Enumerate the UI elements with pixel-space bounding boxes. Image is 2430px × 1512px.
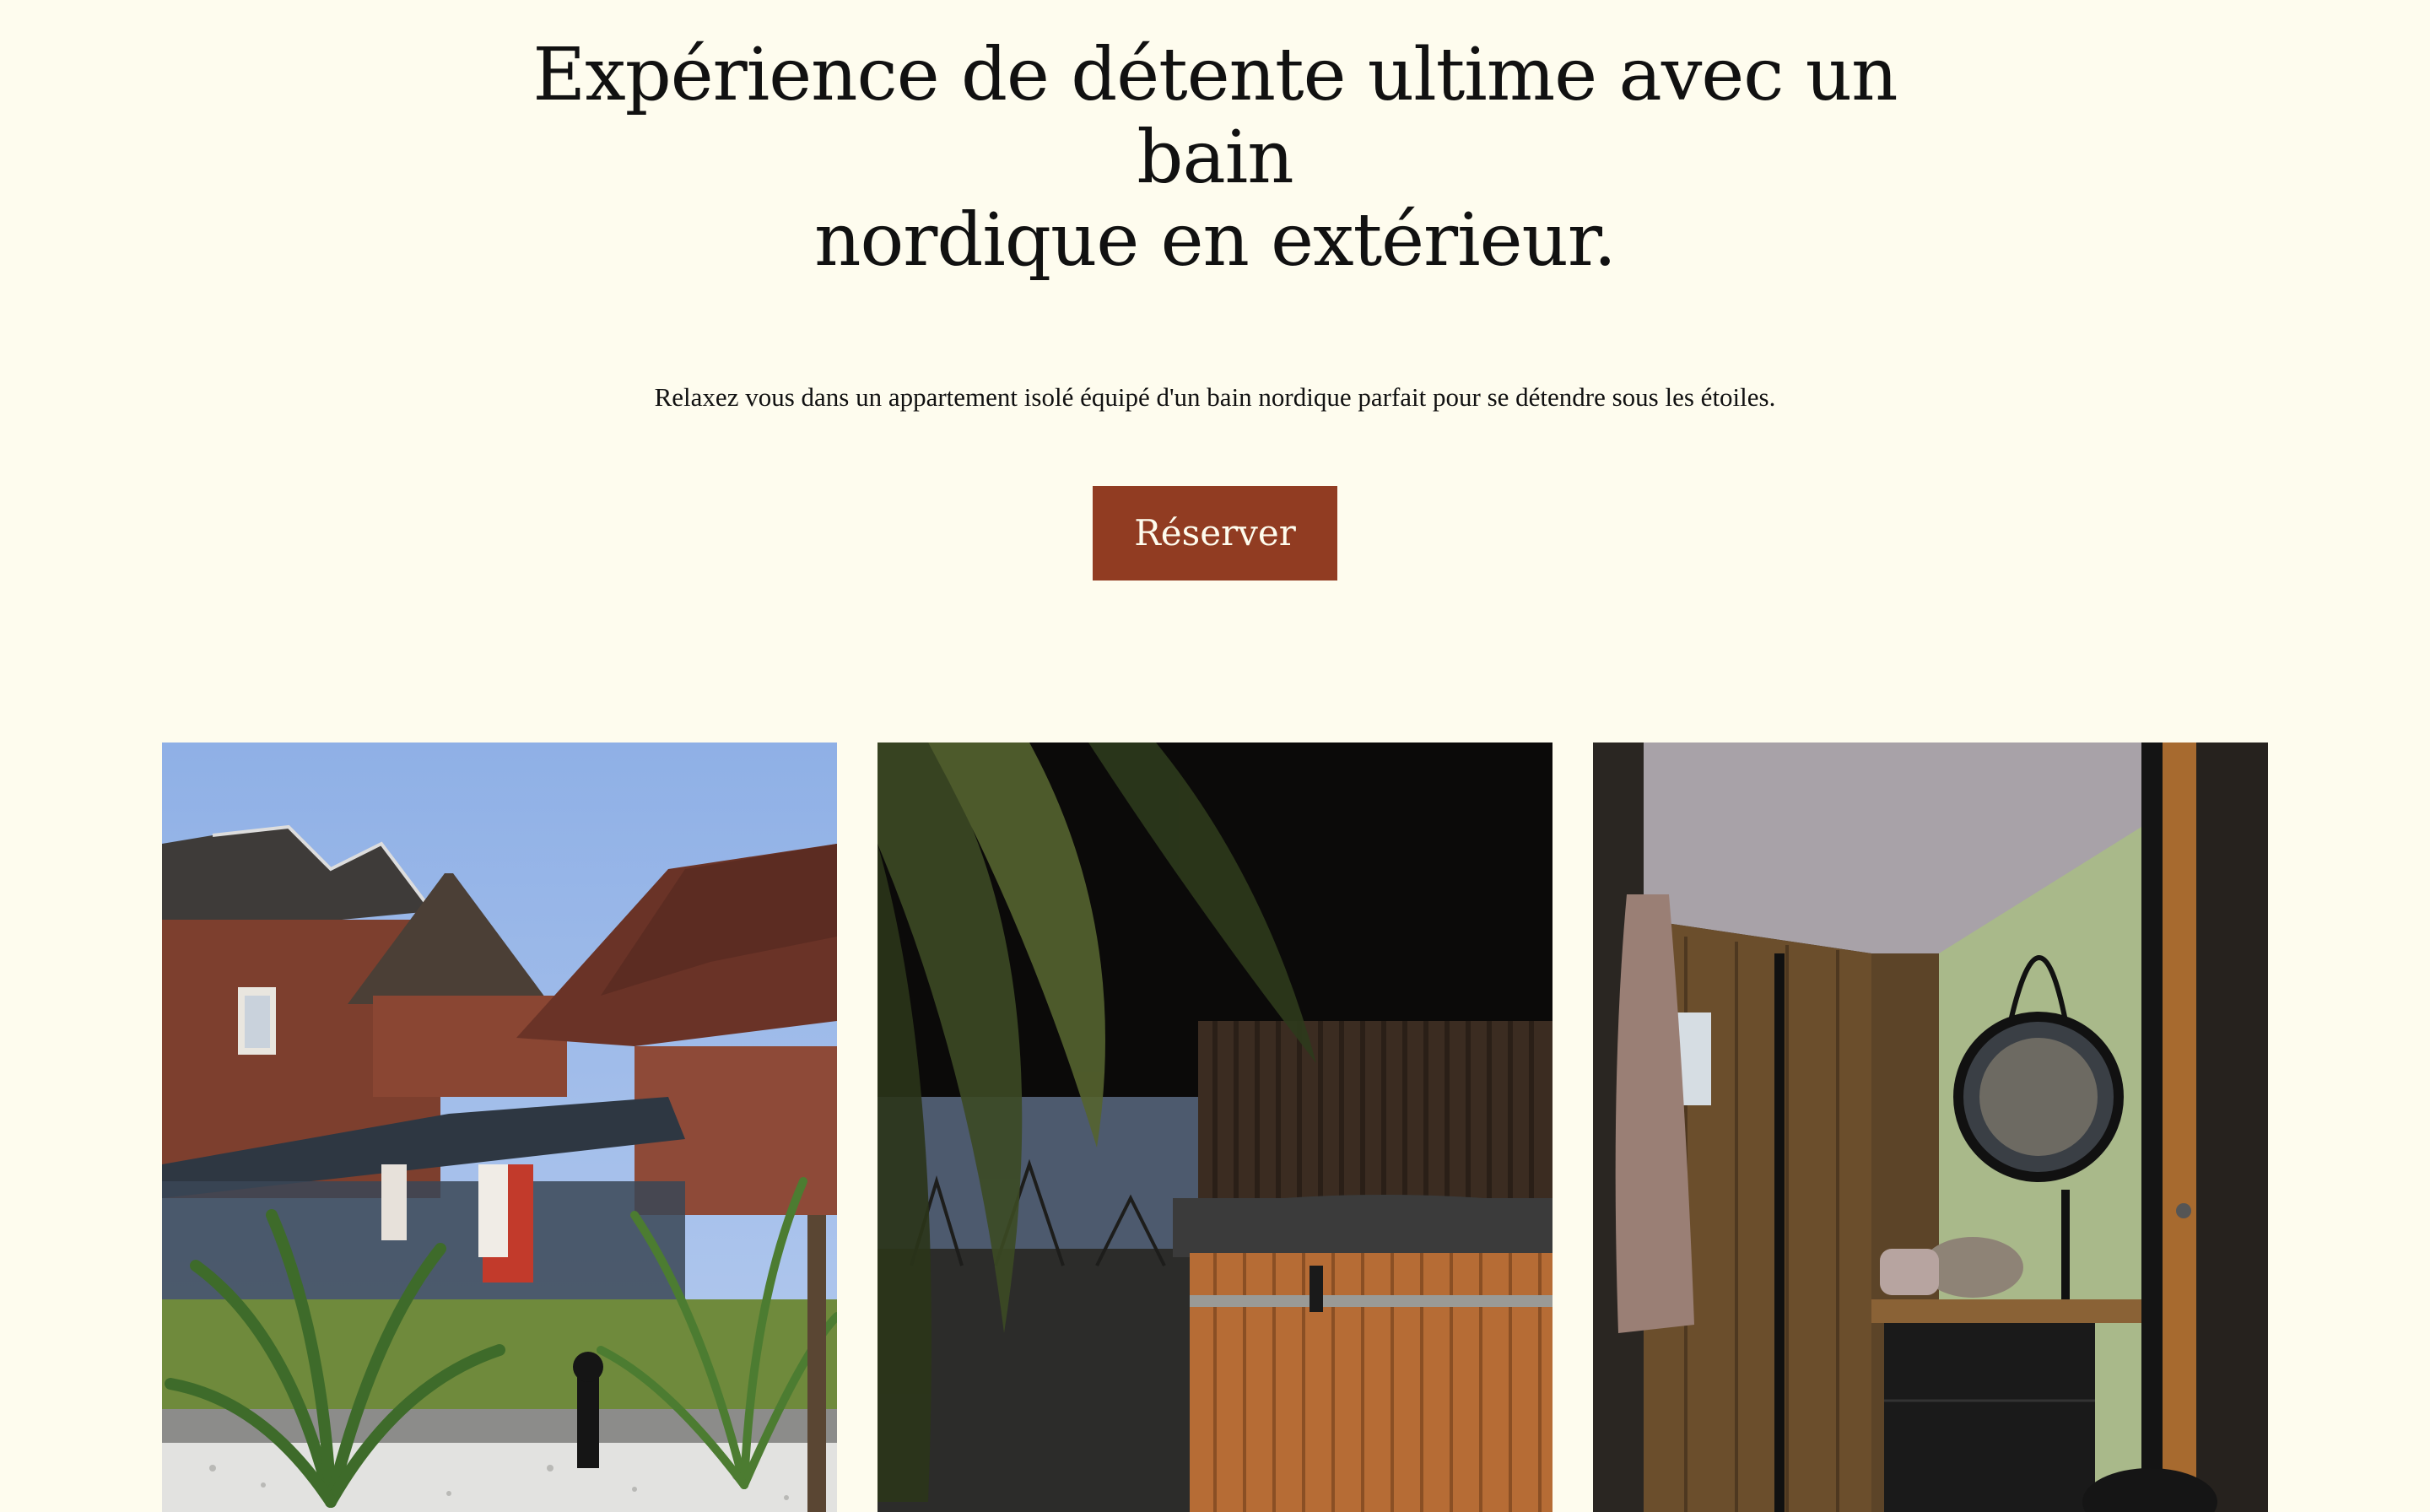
- hero-title-line-1: Expérience de détente ultime avec un bai…: [532, 33, 1898, 200]
- hero-title: Expérience de détente ultime avec un bai…: [456, 34, 1974, 282]
- hero-title-line-2: nordique en extérieur.: [814, 198, 1617, 283]
- reserve-button[interactable]: Réserver: [1093, 486, 1337, 580]
- bathroom-shower-photo[interactable]: [1593, 742, 2268, 1512]
- nordic-bath-tub-photo[interactable]: [878, 742, 1552, 1512]
- hero-subtitle: Relaxez vous dans un appartement isolé é…: [654, 382, 1776, 412]
- house-garden-photo[interactable]: [162, 742, 837, 1512]
